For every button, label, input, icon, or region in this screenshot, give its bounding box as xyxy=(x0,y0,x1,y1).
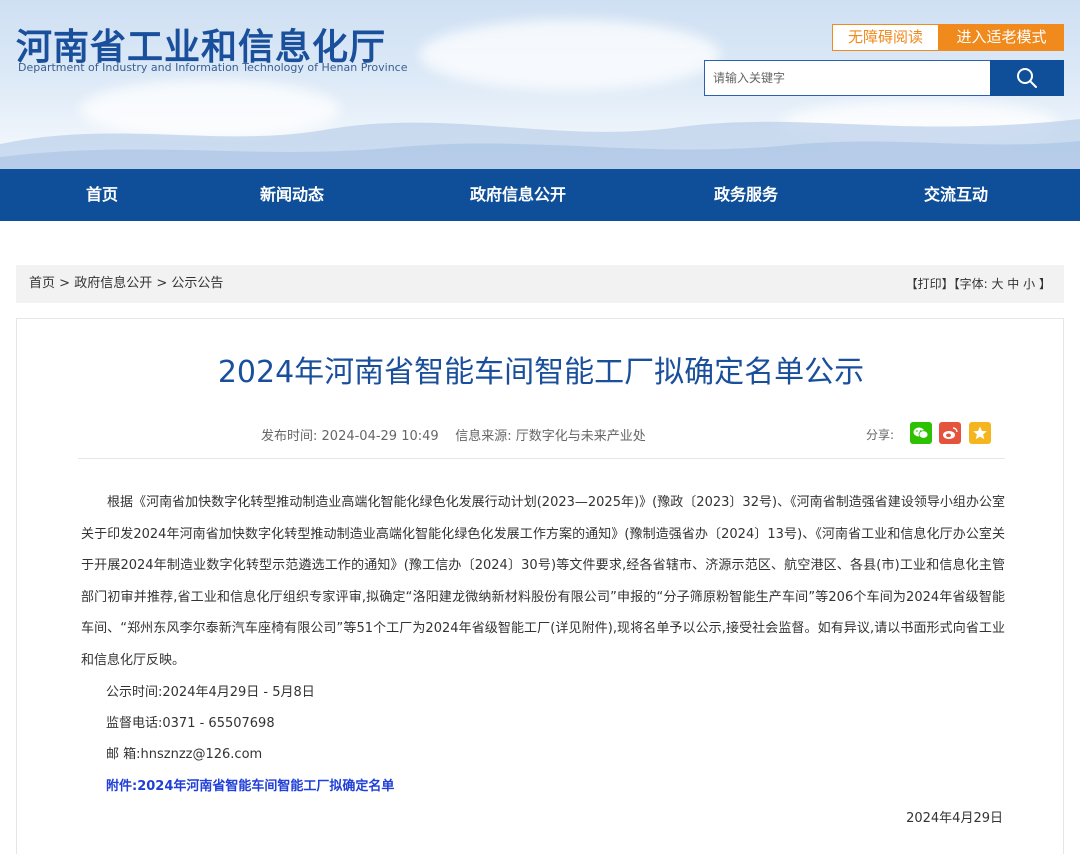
main-nav: 首页 新闻动态 政府信息公开 政务服务 交流互动 xyxy=(0,169,1080,221)
weibo-share-button[interactable] xyxy=(939,422,961,444)
nav-item-home[interactable]: 首页 xyxy=(86,169,118,221)
nav-item-gov-info[interactable]: 政府信息公开 xyxy=(470,169,566,221)
source-value: 厅数字化与未来产业处 xyxy=(515,429,646,444)
wechat-icon xyxy=(913,427,929,439)
search-input[interactable]: 请输入关键字 xyxy=(704,60,991,96)
breadcrumb-home[interactable]: 首页 xyxy=(29,276,55,291)
article-meta: 发布时间: 2024-04-29 10:49 信息来源: 厅数字化与未来产业处 xyxy=(261,425,646,444)
favorite-share-button[interactable] xyxy=(969,422,991,444)
meta-divider xyxy=(78,458,1005,459)
nav-item-services[interactable]: 政务服务 xyxy=(714,169,778,221)
article-container: 2024年河南省智能车间智能工厂拟确定名单公示 发布时间: 2024-04-29… xyxy=(16,318,1064,854)
article-title: 2024年河南省智能车间智能工厂拟确定名单公示 xyxy=(217,355,865,390)
share-label: 分享: xyxy=(866,428,895,442)
elder-mode-button[interactable]: 进入适老模式 xyxy=(939,24,1064,51)
contact-email: 邮 箱:hnsznzz@126.com xyxy=(106,747,263,762)
article-date: 2024年4月29日 xyxy=(906,811,1003,826)
article-body: 根据《河南省加快数字化转型推动制造业高端化智能化绿色化发展行动计划(2023—2… xyxy=(81,487,1005,676)
favorite-icon xyxy=(973,426,987,440)
breadcrumb-separator: > xyxy=(59,276,71,291)
font-large-button[interactable]: 大 xyxy=(991,277,1003,291)
nav-item-interaction[interactable]: 交流互动 xyxy=(924,169,988,221)
publish-label: 发布时间: xyxy=(261,429,318,444)
page-tools: 【打印】【字体: 大 中 小 】 xyxy=(906,265,1051,303)
breadcrumb-path: 首页 > 政府信息公开 > 公示公告 xyxy=(29,265,223,303)
font-small-button[interactable]: 小 xyxy=(1023,277,1035,291)
breadcrumb-gov-info[interactable]: 政府信息公开 xyxy=(74,276,152,291)
publicity-period: 公示时间:2024年4月29日 - 5月8日 xyxy=(106,685,315,700)
nav-item-news[interactable]: 新闻动态 xyxy=(260,169,324,221)
attachment-link[interactable]: 附件:2024年河南省智能车间智能工厂拟确定名单 xyxy=(106,775,394,794)
wechat-share-button[interactable] xyxy=(910,422,932,444)
article-paragraph: 根据《河南省加快数字化转型推动制造业高端化智能化绿色化发展行动计划(2023—2… xyxy=(81,495,1005,668)
breadcrumb-announcements[interactable]: 公示公告 xyxy=(171,276,223,291)
header-mountains xyxy=(0,119,1080,169)
breadcrumb: 首页 > 政府信息公开 > 公示公告 【打印】【字体: 大 中 小 】 xyxy=(16,265,1064,303)
font-size-end: 】 xyxy=(1038,277,1051,291)
weibo-icon xyxy=(943,427,958,439)
accessibility-button[interactable]: 无障碍阅读 xyxy=(832,24,939,51)
search-icon xyxy=(1017,68,1037,88)
breadcrumb-separator: > xyxy=(156,276,168,291)
site-title-en: Department of Industry and Information T… xyxy=(18,61,408,74)
site-header: 河南省工业和信息化厅 Department of Industry and In… xyxy=(0,0,1080,169)
font-size-label: 【字体: xyxy=(953,277,988,291)
publish-time: 2024-04-29 10:49 xyxy=(321,429,439,444)
font-medium-button[interactable]: 中 xyxy=(1007,277,1019,291)
supervision-phone: 监督电话:0371 - 65507698 xyxy=(106,716,275,731)
source-label: 信息来源: xyxy=(455,429,512,444)
search-button[interactable] xyxy=(990,60,1064,96)
header-cloud xyxy=(420,20,720,90)
print-button[interactable]: 【打印】 xyxy=(906,277,954,291)
